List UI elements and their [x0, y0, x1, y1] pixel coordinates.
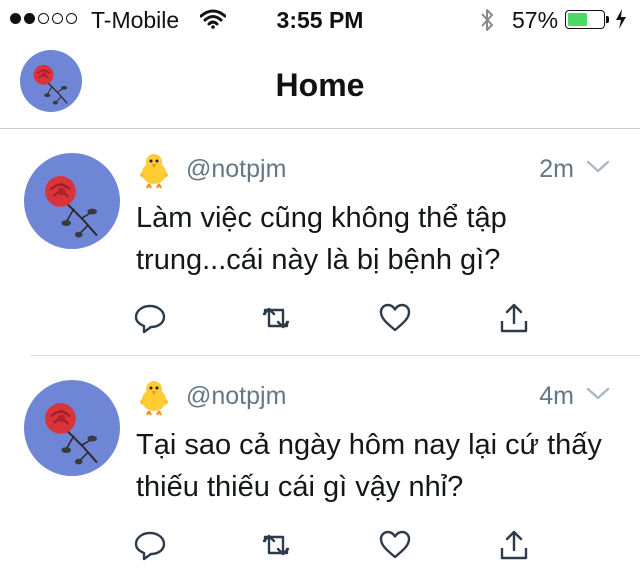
- bluetooth-icon: [479, 8, 495, 32]
- tweet-time: 4m: [539, 382, 574, 410]
- hatching-chick-icon: [136, 378, 172, 416]
- retweet-icon[interactable]: [259, 528, 293, 562]
- avatar[interactable]: [24, 153, 120, 249]
- avatar[interactable]: [24, 380, 120, 476]
- tweet-handle[interactable]: @notpjm: [186, 155, 286, 184]
- share-icon[interactable]: [497, 528, 531, 562]
- tweet[interactable]: @notpjm 4m Tại sao cả ngày hôm nay lại c…: [0, 356, 640, 584]
- navigation-bar: Home: [0, 40, 640, 129]
- battery-icon: [565, 10, 605, 29]
- battery-cap: [606, 16, 609, 23]
- status-bar: T-Mobile 3:55 PM 57%: [0, 0, 640, 40]
- tweet-handle[interactable]: @notpjm: [186, 382, 286, 411]
- chevron-down-icon[interactable]: [586, 160, 610, 174]
- page-title: Home: [275, 67, 365, 103]
- retweet-icon[interactable]: [259, 301, 293, 335]
- reply-icon[interactable]: [133, 301, 167, 335]
- charging-bolt-icon: [615, 8, 627, 30]
- battery-percent: 57%: [512, 7, 559, 33]
- tweet-text: Tại sao cả ngày hôm nay lại cứ thấy thiế…: [136, 429, 602, 503]
- tweet-text: Làm việc cũng không thể tập trung...cái …: [136, 202, 507, 276]
- like-icon[interactable]: [378, 528, 412, 562]
- like-icon[interactable]: [378, 301, 412, 335]
- tweet[interactable]: @notpjm 2m Làm việc cũng không thể tập t…: [0, 129, 640, 357]
- chevron-down-icon[interactable]: [586, 387, 610, 401]
- share-icon[interactable]: [497, 301, 531, 335]
- reply-icon[interactable]: [133, 528, 167, 562]
- tweet-time: 2m: [539, 155, 574, 183]
- hatching-chick-icon: [136, 151, 172, 189]
- battery-level: [568, 13, 588, 26]
